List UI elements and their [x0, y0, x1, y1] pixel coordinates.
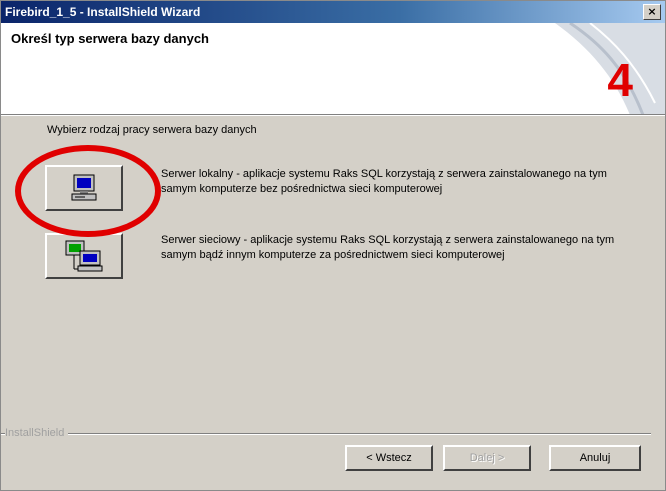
close-button[interactable]: ×: [643, 4, 661, 20]
cancel-button[interactable]: Anuluj: [549, 445, 641, 471]
title-bar: Firebird_1_5 - InstallShield Wizard ×: [1, 1, 665, 23]
wizard-header: Określ typ serwera bazy danych 4: [1, 23, 665, 115]
page-title: Określ typ serwera bazy danych: [11, 31, 209, 46]
header-divider: [1, 115, 665, 116]
installshield-brand-line: InstallShield: [1, 427, 651, 441]
network-server-button[interactable]: [45, 233, 123, 279]
wizard-banner-art: [555, 23, 665, 114]
installshield-brand-label: InstallShield: [5, 427, 69, 439]
window-title: Firebird_1_5 - InstallShield Wizard: [5, 5, 201, 19]
next-button[interactable]: Dalej >: [443, 445, 531, 471]
local-server-description: Serwer lokalny - aplikacje systemu Raks …: [161, 168, 607, 195]
step-number-badge: 4: [607, 54, 633, 106]
brand-divider: [1, 433, 651, 435]
back-button[interactable]: < Wstecz: [345, 445, 433, 471]
networked-computers-icon: [65, 240, 103, 272]
network-server-description: Serwer sieciowy - aplikacje systemu Raks…: [161, 234, 615, 261]
highlight-circle-annotation: [15, 145, 161, 237]
prompt-text: Wybierz rodzaj pracy serwera bazy danych: [47, 124, 257, 136]
installer-window: Firebird_1_5 - InstallShield Wizard × Ok…: [0, 0, 666, 491]
